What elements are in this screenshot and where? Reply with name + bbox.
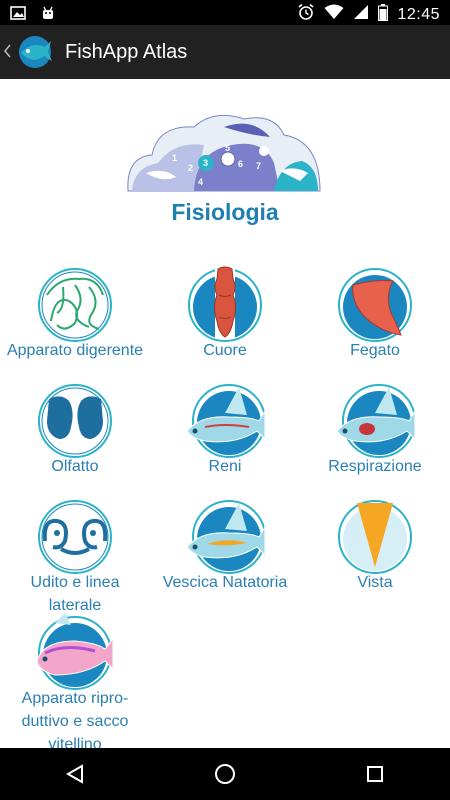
tile-label: Reni	[208, 458, 242, 475]
fish-logo-icon[interactable]	[15, 33, 53, 71]
android-icon	[40, 5, 56, 26]
tile-label: Apparato ripro-duttivo e sacco vitellino	[21, 690, 129, 748]
respiration-fish-icon	[335, 381, 416, 461]
tile-olfactory[interactable]: Olfatto	[0, 381, 150, 478]
header-number-2: 2	[188, 163, 193, 173]
tile-label: Respirazione	[328, 458, 422, 475]
swim-bladder-fish-icon	[185, 497, 266, 577]
tile-kidneys[interactable]: Reni	[150, 381, 300, 478]
kidney-fish-icon	[185, 381, 266, 461]
header-number-4: 4	[198, 177, 203, 187]
tile-label: Udito e linea laterale	[30, 574, 120, 614]
tile-label: Fegato	[350, 342, 400, 359]
liver-icon	[335, 265, 415, 345]
battery-icon	[378, 3, 389, 26]
eye-icon	[335, 497, 415, 577]
page-title: Fisiologia	[171, 199, 279, 225]
tile-reproductive-system[interactable]: Apparato ripro-duttivo e sacco vitellino	[0, 613, 150, 748]
physiology-header-illustration: 1 2 3 4 5 6 7	[124, 111, 324, 193]
status-bar: 12:45	[0, 0, 450, 25]
back-triangle-icon[interactable]	[45, 754, 105, 794]
tile-vision[interactable]: Vista	[300, 497, 450, 594]
tile-liver[interactable]: Fegato	[300, 265, 450, 362]
status-time: 12:45	[397, 5, 440, 23]
chevron-left-icon[interactable]	[3, 42, 13, 63]
navigation-bar	[0, 748, 450, 800]
header-number-6: 6	[238, 159, 243, 169]
header-number-1: 1	[172, 153, 177, 163]
header-number-5: 5	[225, 143, 230, 153]
wifi-icon	[324, 4, 344, 25]
digestive-icon	[35, 265, 115, 345]
olfactory-icon	[35, 381, 115, 461]
action-bar: FishApp Atlas	[0, 25, 450, 79]
tile-label: Vista	[357, 574, 393, 591]
reproductive-fish-icon	[35, 613, 115, 693]
ear-icon	[35, 497, 115, 577]
tile-swim-bladder[interactable]: Vescica Natatoria	[150, 497, 300, 594]
tile-hearing-lateral-line[interactable]: Udito e linea laterale	[0, 497, 150, 617]
heart-icon	[185, 265, 265, 345]
tile-label: Cuore	[203, 342, 247, 359]
tile-respiration[interactable]: Respirazione	[300, 381, 450, 478]
tile-label: Apparato digerente	[6, 342, 144, 359]
image-icon	[10, 6, 26, 25]
tile-label: Olfatto	[51, 458, 99, 475]
recents-square-icon[interactable]	[345, 754, 405, 794]
content-area: 1 2 3 4 5 6 7 Fisiologia Apparato digere…	[0, 79, 450, 748]
header-number-7: 7	[256, 161, 261, 171]
signal-icon	[353, 4, 369, 25]
alarm-icon	[297, 3, 315, 26]
header-number-3: 3	[203, 158, 208, 168]
tile-label: Vescica Natatoria	[162, 574, 288, 591]
app-title: FishApp Atlas	[65, 40, 188, 63]
tile-heart[interactable]: Cuore	[150, 265, 300, 362]
tile-digestive-system[interactable]: Apparato digerente	[0, 265, 150, 362]
home-circle-icon[interactable]	[195, 754, 255, 794]
